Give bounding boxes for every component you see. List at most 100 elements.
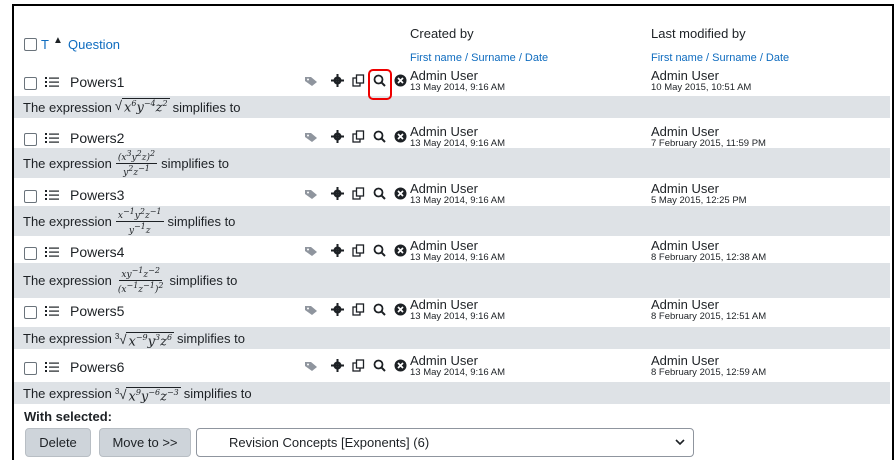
question-text-prefix: The expression	[23, 385, 112, 401]
tag-icon[interactable]	[305, 304, 319, 316]
question-name: Powers6	[70, 359, 125, 375]
created-date: 13 May 2014, 9:16 AM	[410, 195, 506, 206]
modified-date: 8 February 2015, 12:51 AM	[651, 311, 767, 322]
gear-icon[interactable]	[331, 359, 344, 372]
tag-icon[interactable]	[305, 245, 319, 257]
list-icon	[45, 133, 59, 143]
question-checkbox[interactable]	[24, 77, 37, 90]
question-expression: xy−1z−2 (x−1z−1)2	[117, 266, 164, 295]
question-text-suffix: simplifies to	[177, 330, 245, 346]
preview-icon[interactable]	[373, 359, 386, 372]
preview-icon[interactable]	[373, 303, 386, 316]
delete-icon[interactable]	[394, 359, 407, 372]
question-text-row: The expression xy−1z−2 (x−1z−1)2 simplifi…	[14, 263, 890, 298]
sort-question-link[interactable]: Question	[68, 37, 120, 52]
question-name: Powers4	[70, 244, 125, 260]
created-user: Admin User	[410, 353, 478, 368]
modified-by-header: Last modified by	[651, 26, 746, 41]
question-text-row: The expression √ x6y−4z2 simplifies to	[14, 96, 890, 118]
modified-user: Admin User	[651, 238, 719, 253]
category-select-value: Revision Concepts [Exponents] (6)	[229, 435, 430, 450]
question-text-suffix: simplifies to	[172, 99, 241, 115]
copy-icon[interactable]	[352, 303, 365, 316]
preview-highlight	[368, 69, 392, 100]
list-icon	[45, 306, 59, 316]
question-text-suffix: simplifies to	[161, 155, 230, 171]
created-by-header: Created by	[410, 26, 474, 41]
modified-date: 8 February 2015, 12:38 AM	[651, 252, 767, 263]
modified-user: Admin User	[651, 68, 719, 83]
delete-icon[interactable]	[394, 244, 407, 257]
tag-icon[interactable]	[305, 360, 319, 372]
question-text-suffix: simplifies to	[183, 385, 252, 401]
preview-icon[interactable]	[373, 244, 386, 257]
gear-icon[interactable]	[331, 130, 344, 143]
created-date: 13 May 2014, 9:16 AM	[410, 367, 506, 378]
gear-icon[interactable]	[331, 187, 344, 200]
list-icon	[45, 362, 59, 372]
modified-date: 5 May 2015, 12:25 PM	[651, 195, 747, 206]
question-checkbox[interactable]	[24, 362, 37, 375]
question-expression: 3 √ x−9y3z6	[114, 331, 175, 350]
tag-icon[interactable]	[305, 75, 319, 87]
sort-up-icon: ▲	[53, 35, 63, 46]
created-user: Admin User	[410, 124, 478, 139]
delete-button[interactable]: Delete	[25, 428, 91, 457]
created-user: Admin User	[410, 238, 478, 253]
created-user: Admin User	[410, 68, 478, 83]
created-date: 13 May 2014, 9:16 AM	[410, 252, 506, 263]
copy-icon[interactable]	[352, 187, 365, 200]
question-text-row: The expression (x3y2z)2 y2z−1 simplifies …	[14, 148, 890, 178]
question-text-prefix: The expression	[23, 330, 112, 346]
question-text-prefix: The expression	[23, 155, 112, 171]
question-name: Powers5	[70, 303, 125, 319]
question-checkbox[interactable]	[24, 306, 37, 319]
created-sort-links[interactable]: First name / Surname / Date	[410, 52, 548, 64]
created-user: Admin User	[410, 297, 478, 312]
question-expression: √ x6y−4z2	[114, 98, 170, 116]
modified-date: 8 February 2015, 12:59 AM	[651, 367, 767, 378]
gear-icon[interactable]	[331, 74, 344, 87]
question-checkbox[interactable]	[24, 247, 37, 260]
tag-icon[interactable]	[305, 131, 319, 143]
delete-icon[interactable]	[394, 130, 407, 143]
question-name: Powers3	[70, 187, 125, 203]
question-checkbox[interactable]	[24, 190, 37, 203]
modified-date: 10 May 2015, 10:51 AM	[651, 82, 752, 93]
question-expression: 3 √ x9y−6z−3	[114, 386, 181, 405]
category-select[interactable]: Revision Concepts [Exponents] (6)	[196, 428, 694, 457]
modified-sort-links[interactable]: First name / Surname / Date	[651, 52, 789, 64]
question-expression: x−1y2z−1 y−1z	[115, 206, 164, 236]
sort-type-link[interactable]: T	[41, 37, 49, 52]
chevron-down-icon	[675, 439, 685, 446]
gear-icon[interactable]	[331, 244, 344, 257]
delete-icon[interactable]	[394, 303, 407, 316]
modified-user: Admin User	[651, 181, 719, 196]
question-text-prefix: The expression	[23, 213, 112, 229]
tag-icon[interactable]	[305, 188, 319, 200]
created-date: 13 May 2014, 9:16 AM	[410, 311, 506, 322]
modified-user: Admin User	[651, 353, 719, 368]
copy-icon[interactable]	[352, 359, 365, 372]
created-user: Admin User	[410, 181, 478, 196]
copy-icon[interactable]	[352, 244, 365, 257]
delete-icon[interactable]	[394, 187, 407, 200]
question-name: Powers1	[70, 74, 125, 90]
list-icon	[45, 190, 59, 200]
copy-icon[interactable]	[352, 74, 365, 87]
gear-icon[interactable]	[331, 303, 344, 316]
copy-icon[interactable]	[352, 130, 365, 143]
preview-icon[interactable]	[373, 187, 386, 200]
question-text-suffix: simplifies to	[167, 213, 236, 229]
question-checkbox[interactable]	[24, 133, 37, 146]
move-to-button[interactable]: Move to >>	[99, 428, 191, 457]
list-icon	[45, 247, 59, 257]
question-expression: (x3y2z)2 y2z−1	[115, 148, 158, 178]
select-all-checkbox[interactable]	[24, 38, 37, 51]
preview-icon[interactable]	[373, 130, 386, 143]
question-text-row: The expression 3 √ x−9y3z6 simplifies to	[14, 327, 890, 349]
question-text-suffix: simplifies to	[169, 273, 238, 288]
question-name: Powers2	[70, 130, 125, 146]
created-date: 13 May 2014, 9:16 AM	[410, 82, 506, 93]
delete-icon[interactable]	[394, 74, 407, 87]
